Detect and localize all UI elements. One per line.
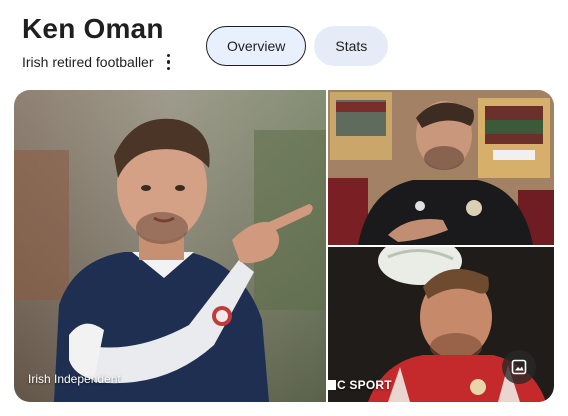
entity-title: Ken Oman <box>22 13 164 44</box>
image-gallery: Irish Independent C SPORT <box>14 90 554 402</box>
tab-stats[interactable]: Stats <box>314 26 389 66</box>
top-right-photo[interactable] <box>328 90 554 245</box>
entity-header: Ken Oman Irish retired footballer <box>22 12 176 72</box>
more-options-icon[interactable] <box>162 52 176 72</box>
view-images-button[interactable] <box>502 350 536 384</box>
main-photo[interactable]: Irish Independent <box>14 90 326 402</box>
top-right-photo-image <box>328 90 554 245</box>
image-icon <box>511 359 527 375</box>
main-photo-image <box>14 90 326 402</box>
image-source-label: Irish Independent <box>28 372 121 386</box>
image-source-label-bbc: C SPORT <box>328 378 392 392</box>
subtitle-row: Irish retired footballer <box>22 52 176 72</box>
tab-overview[interactable]: Overview <box>206 26 307 66</box>
tab-bar: Overview Stats <box>206 26 389 66</box>
bottom-right-photo[interactable]: C SPORT <box>328 247 554 402</box>
entity-subtitle: Irish retired footballer <box>22 54 154 70</box>
